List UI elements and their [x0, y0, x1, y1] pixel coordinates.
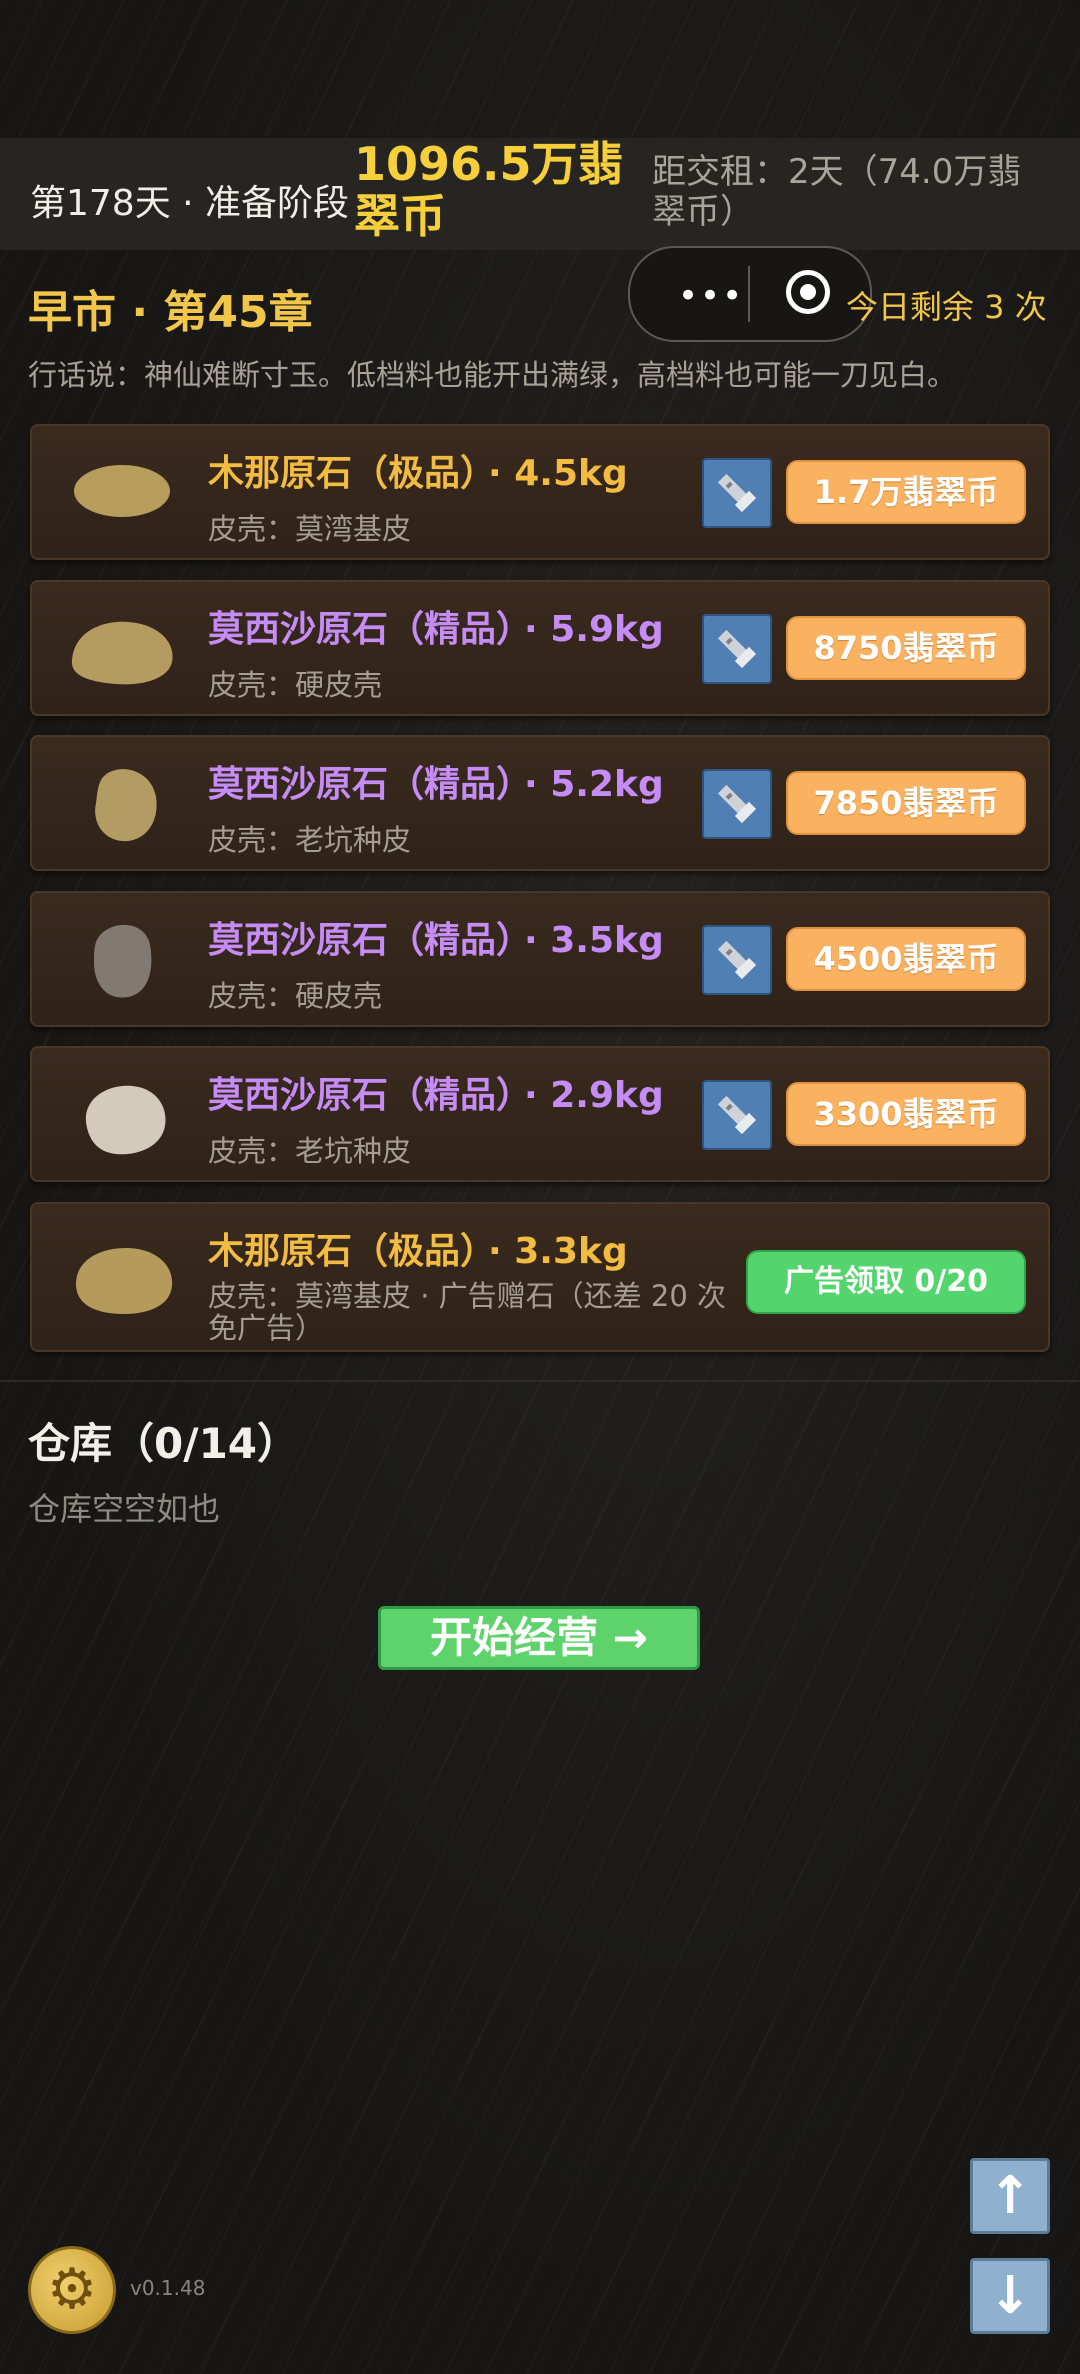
arrow-up-icon: ↑ — [988, 2166, 1032, 2226]
buy-button[interactable]: 4500翡翠币 — [786, 927, 1026, 991]
capsule-divider — [748, 266, 750, 322]
stone-title: 莫西沙原石（精品） · 5.9kg — [208, 600, 664, 652]
scroll-down-button[interactable]: ↓ — [970, 2258, 1050, 2334]
stone-name: 莫西沙原石（精品） — [208, 920, 515, 961]
buy-button[interactable]: 3300翡翠币 — [786, 1082, 1026, 1146]
start-business-button[interactable]: 开始经营 → — [378, 1606, 700, 1670]
ad-claim-button[interactable]: 广告领取 0/20 — [746, 1250, 1026, 1314]
stone-weight: · 5.2kg — [524, 764, 664, 805]
close-target-icon[interactable] — [786, 270, 830, 314]
stone-image — [85, 1085, 166, 1155]
money-balance: 1096.5万翡翠币 — [354, 137, 624, 243]
buy-button[interactable]: 8750翡翠币 — [786, 616, 1026, 680]
stone-image — [94, 924, 152, 998]
gear-icon: ⚙ — [46, 2257, 98, 2322]
flashlight-button[interactable] — [702, 769, 772, 839]
stone-skin: 皮壳：硬皮壳 — [208, 668, 383, 702]
flashlight-icon — [717, 940, 757, 980]
stone-shape — [95, 769, 157, 842]
stone-title: 莫西沙原石（精品） · 3.5kg — [208, 911, 664, 963]
chapter-title: 早市 · 第45章 — [28, 287, 313, 338]
flashlight-icon — [717, 784, 757, 824]
stone-shape — [76, 1248, 173, 1314]
stone-image — [76, 1248, 173, 1314]
saying-text: 行话说：神仙难断寸玉。低档料也能开出满绿，高档料也可能一刀见白。 — [28, 358, 957, 392]
stone-name: 木那原石（极品） — [208, 453, 479, 494]
stone-image — [95, 769, 157, 842]
stone-image — [71, 621, 173, 685]
stone-shape — [85, 1085, 166, 1155]
stone-shape — [74, 465, 170, 517]
version-label: v0.1.48 — [130, 2276, 206, 2300]
stone-card: 莫西沙原石（精品） · 5.9kg 皮壳：硬皮壳 8750翡翠币 — [30, 580, 1050, 716]
flashlight-button[interactable] — [702, 925, 772, 995]
buy-button[interactable]: 7850翡翠币 — [786, 771, 1026, 835]
stone-name: 莫西沙原石（精品） — [208, 764, 515, 805]
settings-button[interactable]: ⚙ — [28, 2246, 116, 2334]
stone-weight: · 3.3kg — [488, 1231, 628, 1272]
stone-card: 木那原石（极品） · 4.5kg 皮壳：莫湾基皮 1.7万翡翠币 — [30, 424, 1050, 560]
scroll-up-button[interactable]: ↑ — [970, 2158, 1050, 2234]
stone-shape — [94, 924, 152, 998]
ad-stone-card: 木那原石（极品） · 3.3kg 皮壳：莫湾基皮 · 广告赠石（还差 20 次免广… — [30, 1202, 1050, 1352]
stone-skin: 皮壳：硬皮壳 — [208, 979, 383, 1013]
divider — [0, 1380, 1080, 1382]
stone-card: 莫西沙原石（精品） · 2.9kg 皮壳：老坑种皮 3300翡翠币 — [30, 1046, 1050, 1182]
stone-weight: · 4.5kg — [488, 453, 628, 494]
stone-skin: 皮壳：老坑种皮 — [208, 823, 412, 857]
more-menu-icon[interactable]: ••• — [678, 276, 744, 316]
stone-skin: 皮壳：老坑种皮 — [208, 1134, 412, 1168]
stone-skin: 皮壳：莫湾基皮 — [208, 512, 412, 546]
stone-name: 莫西沙原石（精品） — [208, 609, 515, 650]
stone-title: 莫西沙原石（精品） · 2.9kg — [208, 1066, 664, 1118]
flashlight-button[interactable] — [702, 458, 772, 528]
stone-skin: 皮壳：莫湾基皮 · 广告赠石（还差 20 次免广告） — [208, 1279, 726, 1345]
stone-image — [74, 465, 170, 517]
stone-weight: · 3.5kg — [524, 920, 664, 961]
buy-button[interactable]: 1.7万翡翠币 — [786, 460, 1026, 524]
flashlight-button[interactable] — [702, 614, 772, 684]
stone-name: 木那原石（极品） — [208, 1231, 479, 1272]
status-bar: 第178天 · 准备阶段 1096.5万翡翠币 距交租：2天（74.0万翡翠币） — [0, 138, 1080, 250]
remaining-count: 今日剩余 3 次 — [846, 288, 1047, 326]
stone-card: 莫西沙原石（精品） · 5.2kg 皮壳：老坑种皮 7850翡翠币 — [30, 735, 1050, 871]
flashlight-icon — [717, 629, 757, 669]
stone-name: 莫西沙原石（精品） — [208, 1075, 515, 1116]
flashlight-icon — [717, 473, 757, 513]
stone-weight: · 2.9kg — [524, 1075, 664, 1116]
warehouse-empty: 仓库空空如也 — [28, 1490, 221, 1528]
warehouse-title: 仓库（0/14） — [28, 1419, 300, 1468]
arrow-down-icon: ↓ — [988, 2266, 1032, 2326]
rent-due: 距交租：2天（74.0万翡翠币） — [652, 152, 1022, 232]
stone-title: 木那原石（极品） · 3.3kg — [208, 1222, 628, 1274]
stone-weight: · 5.9kg — [524, 609, 664, 650]
flashlight-icon — [717, 1095, 757, 1135]
day-phase: 第178天 · 准备阶段 — [30, 183, 350, 224]
mini-program-capsule: ••• — [628, 246, 872, 342]
stone-title: 莫西沙原石（精品） · 5.2kg — [208, 755, 664, 807]
stone-title: 木那原石（极品） · 4.5kg — [208, 444, 628, 496]
stone-shape — [71, 621, 173, 685]
flashlight-button[interactable] — [702, 1080, 772, 1150]
stone-card: 莫西沙原石（精品） · 3.5kg 皮壳：硬皮壳 4500翡翠币 — [30, 891, 1050, 1027]
